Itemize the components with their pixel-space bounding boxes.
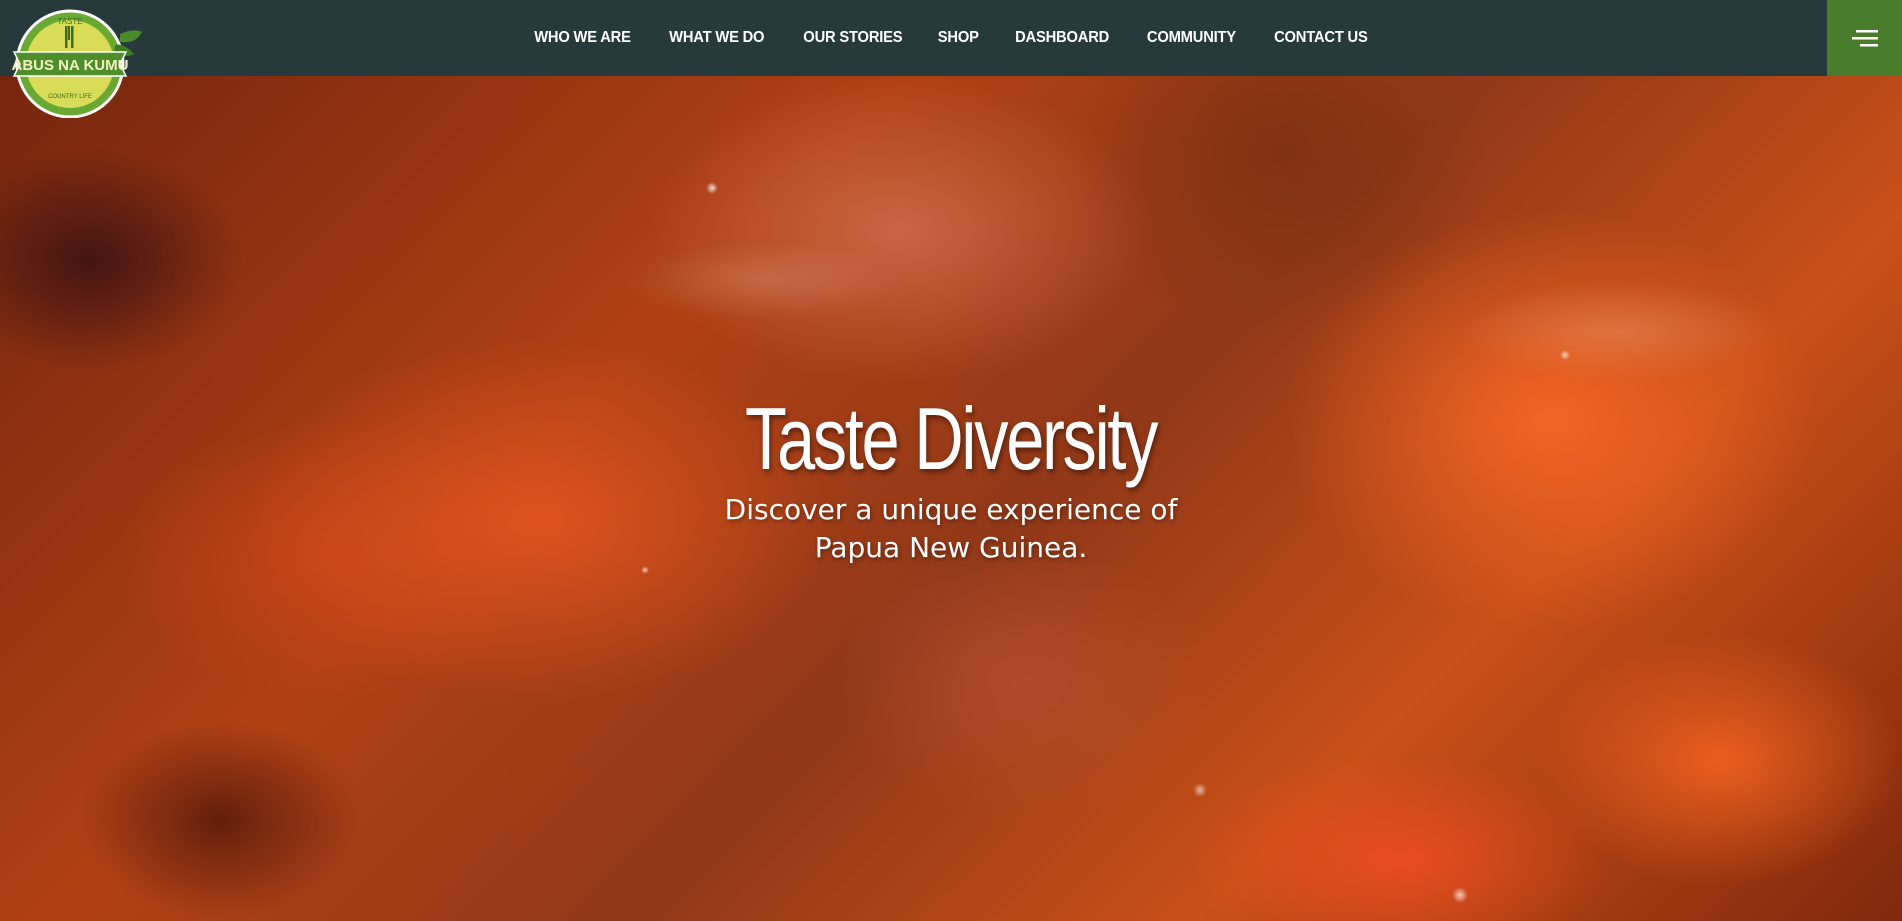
hero-section: Taste Diversity Discover a unique experi… [0, 395, 1902, 567]
hero-subtitle: Discover a unique experience of Papua Ne… [724, 493, 1178, 564]
nav-what-we-do[interactable]: WHAT WE DO [669, 29, 764, 47]
svg-text:ABUS NA KUMU: ABUS NA KUMU [12, 57, 129, 74]
top-navigation-bar: WHO WE ARE WHAT WE DO OUR STORIES SHOP D… [0, 0, 1902, 76]
nav-our-stories[interactable]: OUR STORIES [803, 29, 902, 47]
nav-shop[interactable]: SHOP [938, 29, 979, 47]
nav-contact-us[interactable]: CONTACT US [1274, 29, 1368, 47]
home-page: WHO WE ARE WHAT WE DO OUR STORIES SHOP D… [0, 0, 1902, 921]
hamburger-menu-icon [1851, 30, 1878, 47]
main-nav: WHO WE ARE WHAT WE DO OUR STORIES SHOP D… [530, 29, 1372, 47]
site-logo[interactable]: ABUS NA KUMU TASTE COUNTRY LIFE [8, 4, 146, 119]
nav-dashboard[interactable]: DASHBOARD [1015, 29, 1109, 47]
svg-text:TASTE: TASTE [57, 17, 82, 26]
nav-community[interactable]: COMMUNITY [1147, 29, 1236, 47]
nav-who-we-are[interactable]: WHO WE ARE [534, 29, 631, 47]
hero-title: Taste Diversity [745, 389, 1159, 488]
logo-emblem-icon: ABUS NA KUMU TASTE COUNTRY LIFE [12, 9, 142, 119]
svg-text:COUNTRY LIFE: COUNTRY LIFE [48, 94, 92, 100]
menu-toggle-button[interactable] [1827, 0, 1902, 76]
